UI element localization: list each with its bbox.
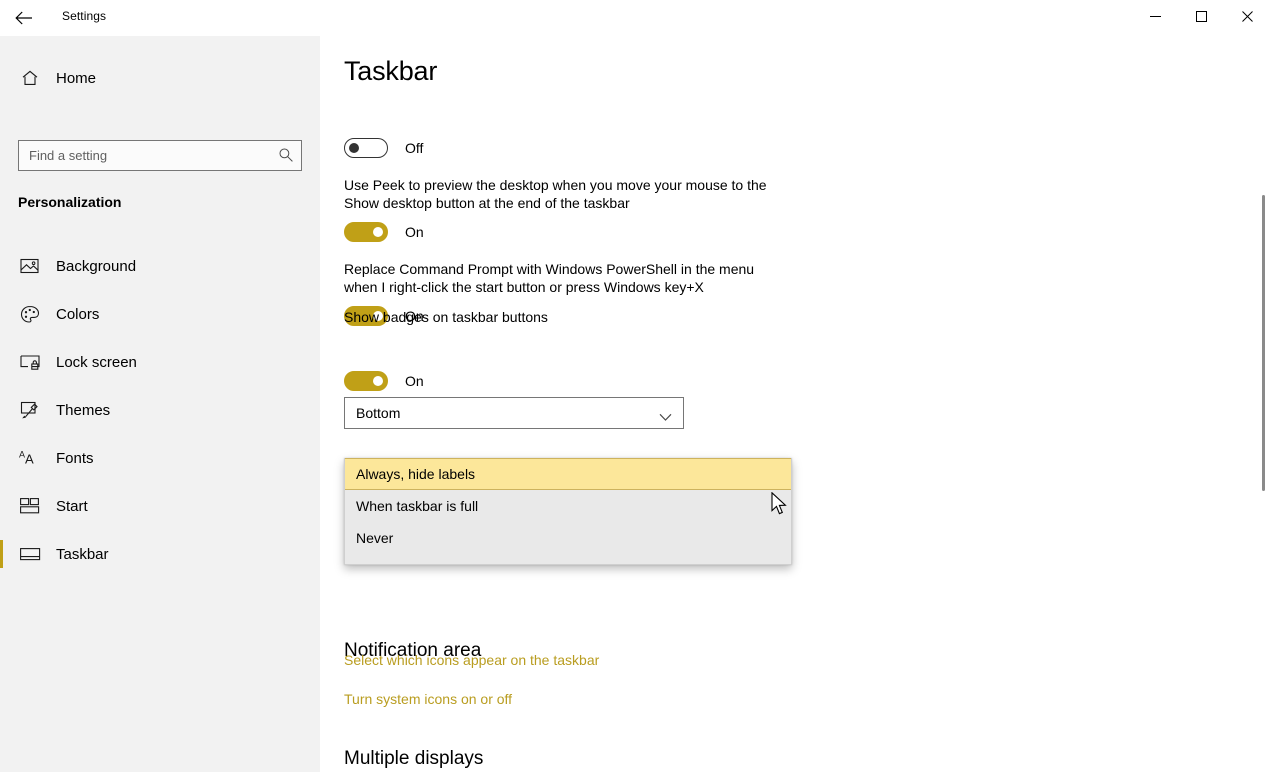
sidebar-item-taskbar[interactable]: Taskbar (0, 530, 320, 578)
sidebar-item-start-label: Start (56, 497, 88, 515)
sidebar-section-header: Personalization (18, 194, 122, 210)
back-arrow-icon (15, 11, 33, 25)
toggle-switch-3[interactable] (344, 371, 388, 391)
page-title: Taskbar (344, 56, 438, 86)
search-box[interactable] (18, 140, 302, 171)
taskbar-location-value: Bottom (356, 405, 401, 421)
setting-description-powershell: Replace Command Prompt with Windows Powe… (344, 261, 755, 295)
peek-hidden-toggle-row[interactable]: Off (344, 137, 423, 159)
toggle-switch-1[interactable] (344, 222, 388, 242)
back-button[interactable] (8, 2, 40, 34)
peek-toggle-row[interactable]: On (344, 221, 424, 243)
close-button[interactable] (1224, 0, 1270, 32)
sidebar-item-themes-label: Themes (56, 401, 111, 419)
palette-icon (10, 305, 50, 324)
brush-icon (10, 401, 50, 420)
sidebar-item-colors[interactable]: Colors (0, 290, 320, 338)
sidebar-item-fonts[interactable]: A A Fonts (0, 434, 320, 482)
toggle-state-label-1: On (405, 224, 424, 240)
toggle-state-label-3: On (405, 373, 424, 389)
fonts-icon: A A (10, 449, 50, 467)
sidebar-item-start[interactable]: Start (0, 482, 320, 530)
badges-toggle-row[interactable]: On (344, 370, 424, 392)
sidebar-item-home[interactable]: Home (0, 60, 320, 96)
link-system-icons[interactable]: Turn system icons on or off (344, 691, 512, 707)
sidebar-item-taskbar-label: Taskbar (56, 545, 109, 563)
dropdown-option-always-hide-labels[interactable]: Always, hide labels (345, 458, 791, 490)
vertical-scrollbar[interactable] (1256, 36, 1270, 772)
sidebar-nav-list: Background Colors Lock screen Themes A A… (0, 242, 320, 578)
maximize-icon (1195, 10, 1207, 22)
link-select-icons[interactable]: Select which icons appear on the taskbar (344, 652, 599, 668)
dropdown-bottom-padding (345, 554, 791, 564)
toggle-switch-0[interactable] (344, 138, 388, 158)
svg-text:A: A (25, 452, 34, 467)
sidebar-item-background-label: Background (56, 257, 137, 275)
sidebar-item-background[interactable]: Background (0, 242, 320, 290)
scrollbar-thumb[interactable] (1262, 195, 1265, 491)
multiple-displays-heading: Multiple displays (344, 748, 484, 769)
sidebar-item-colors-label: Colors (56, 305, 100, 323)
dropdown-option-never[interactable]: Never (345, 522, 791, 554)
start-tiles-icon (10, 498, 50, 514)
toggle-knob (373, 376, 383, 386)
toggle-state-label-0: Off (405, 140, 424, 156)
minimize-icon (1149, 11, 1161, 22)
window-title: Settings (62, 9, 107, 23)
sidebar-item-fonts-label: Fonts (56, 449, 94, 467)
setting-description-badges: Show badges on taskbar buttons (344, 309, 548, 325)
taskbar-location-select[interactable]: Bottom (344, 397, 684, 429)
sidebar-item-themes[interactable]: Themes (0, 386, 320, 434)
setting-description-peek: Use Peek to preview the desktop when you… (344, 177, 767, 211)
home-icon (10, 69, 50, 87)
sidebar-item-lock-screen[interactable]: Lock screen (0, 338, 320, 386)
sidebar-item-home-label: Home (56, 69, 97, 87)
toggle-knob (373, 227, 383, 237)
minimize-button[interactable] (1132, 0, 1178, 32)
main-content: Taskbar Off Use Peek to preview the desk… (320, 36, 1270, 772)
title-bar: Settings (0, 0, 1270, 36)
combine-taskbar-buttons-dropdown[interactable]: Always, hide labels When taskbar is full… (344, 458, 792, 565)
chevron-down-icon (659, 409, 672, 427)
dropdown-option-when-taskbar-is-full[interactable]: When taskbar is full (345, 490, 791, 522)
maximize-button[interactable] (1178, 0, 1224, 32)
sidebar: Home Personalization Background (0, 36, 320, 772)
image-icon (10, 257, 50, 275)
taskbar-icon (10, 547, 50, 562)
close-icon (1241, 10, 1253, 22)
search-input[interactable] (18, 140, 302, 171)
lock-screen-icon (10, 353, 50, 371)
toggle-knob (349, 143, 359, 153)
sidebar-item-lock-screen-label: Lock screen (56, 353, 137, 371)
